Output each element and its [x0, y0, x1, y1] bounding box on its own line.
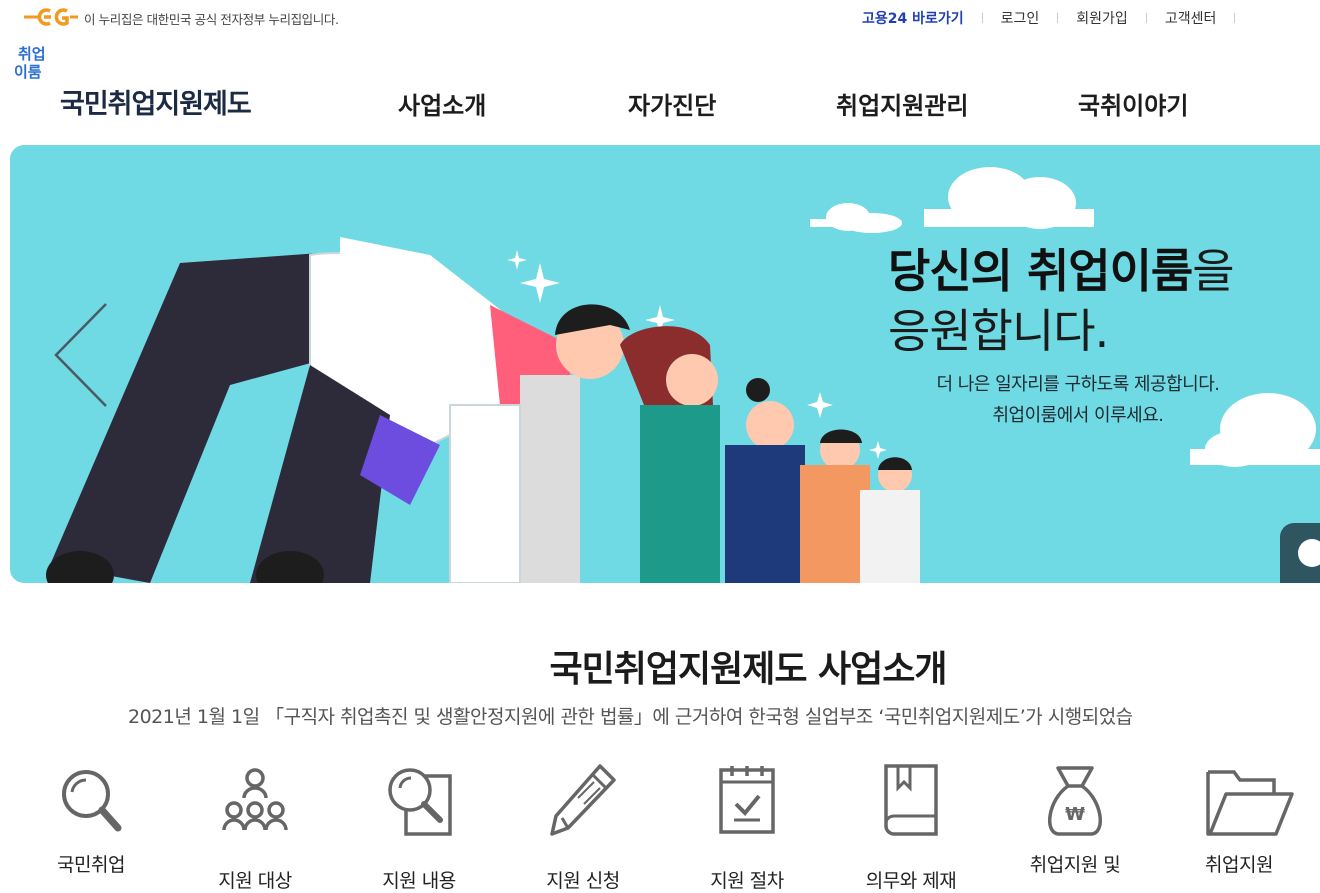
site-title: 국민취업지원제도: [60, 89, 252, 120]
hero-subtext: 더 나은 일자리를 구하도록 제공합니다. 취업이룸에서 이루세요.: [878, 369, 1278, 431]
book-icon: [884, 764, 938, 836]
hero-title-line2: 응원합니다.: [888, 304, 1109, 358]
calendar-check-icon: [719, 766, 775, 834]
divider: [1145, 13, 1147, 23]
quick-menu-item[interactable]: 지원 절차: [687, 762, 807, 892]
nav-employment-support[interactable]: 취업지원관리: [836, 86, 968, 121]
hero-banner: 당신의 취업이룸을 응원합니다. 더 나은 일자리를 구하도록 제공합니다. 취…: [10, 145, 1320, 583]
logo-mark-line1: 취업: [18, 45, 46, 63]
section-description: 2021년 1월 1일 「구직자 취업촉진 및 생활안정지원에 관한 법률」에 …: [128, 706, 1133, 728]
hero-sub-line1: 더 나은 일자리를 구하도록 제공합니다.: [936, 374, 1220, 395]
people-group-icon: [222, 768, 288, 831]
divider: [1234, 13, 1236, 23]
quick-menu-item[interactable]: 취업지원: [1179, 762, 1299, 876]
money-bag-icon: ₩: [1048, 766, 1102, 836]
nav-stories[interactable]: 국취이야기: [1078, 86, 1188, 121]
nav-self-diagnosis[interactable]: 자가진단: [628, 86, 716, 121]
nav-business-intro[interactable]: 사업소개: [398, 86, 486, 121]
quick-menu-label: 의무와 제재: [865, 870, 957, 892]
search-document-icon: [388, 768, 452, 836]
magnifier-icon: [62, 770, 122, 832]
quick-menu-item[interactable]: 지원 신청: [523, 762, 643, 892]
hero-headline: 당신의 취업이룸을 응원합니다.: [888, 241, 1235, 361]
quick-menu-item[interactable]: ₩ 취업지원 및: [1015, 762, 1135, 876]
login-link[interactable]: 로그인: [1001, 8, 1040, 28]
gov-notice-text: 이 누리집은 대한민국 공식 전자정부 누리집입니다.: [84, 12, 339, 27]
quick-menu-label: 지원 절차: [710, 870, 784, 892]
folder-icon: [1206, 770, 1294, 836]
quick-menu-label: 지원 대상: [218, 870, 292, 892]
hero-title-bold: 당신의 취업이룸: [888, 244, 1193, 298]
customer-center-link[interactable]: 고객센터: [1165, 8, 1217, 28]
divider: [981, 13, 983, 23]
quick-menu-item[interactable]: 지원 대상: [195, 762, 315, 892]
pencil-icon: [550, 764, 616, 836]
quick-menu-label: 지원 신청: [546, 870, 620, 892]
quick-menu-item[interactable]: 지원 내용: [359, 762, 479, 892]
logo-mark-line2: 이룸: [14, 63, 42, 81]
chat-icon: [1298, 539, 1320, 567]
quick-menu-item[interactable]: 의무와 제재: [851, 762, 971, 892]
divider: [1057, 13, 1059, 23]
hero-sub-line2: 취업이룸에서 이루세요.: [992, 405, 1164, 426]
utility-links: 고용24 바로가기 로그인 회원가입 고객센터: [862, 8, 1253, 28]
won-symbol: ₩: [1065, 804, 1085, 825]
hero-title-suffix: 을: [1192, 244, 1234, 298]
egov-logo-icon: [24, 8, 78, 26]
quick-menu-label: 국민취업: [57, 854, 125, 876]
floating-chat-button[interactable]: [1280, 523, 1320, 583]
top-utility-bar: 이 누리집은 대한민국 공식 전자정부 누리집입니다. 고용24 바로가기 로그…: [0, 0, 1320, 36]
chevron-left-icon[interactable]: [50, 300, 114, 410]
site-logo[interactable]: 취업 이룸 국민취업지원제도: [14, 45, 304, 120]
hero-illustration: [46, 167, 1320, 583]
section-title: 국민취업지원제도 사업소개: [549, 649, 948, 690]
quick-menu-label: 취업지원: [1205, 854, 1273, 876]
quick-menu-label: 지원 내용: [382, 870, 456, 892]
work24-link[interactable]: 고용24 바로가기: [862, 8, 964, 28]
quick-menu-label: 취업지원 및: [1029, 854, 1121, 876]
signup-link[interactable]: 회원가입: [1076, 8, 1128, 28]
quick-menu-item[interactable]: 국민취업: [31, 762, 151, 876]
